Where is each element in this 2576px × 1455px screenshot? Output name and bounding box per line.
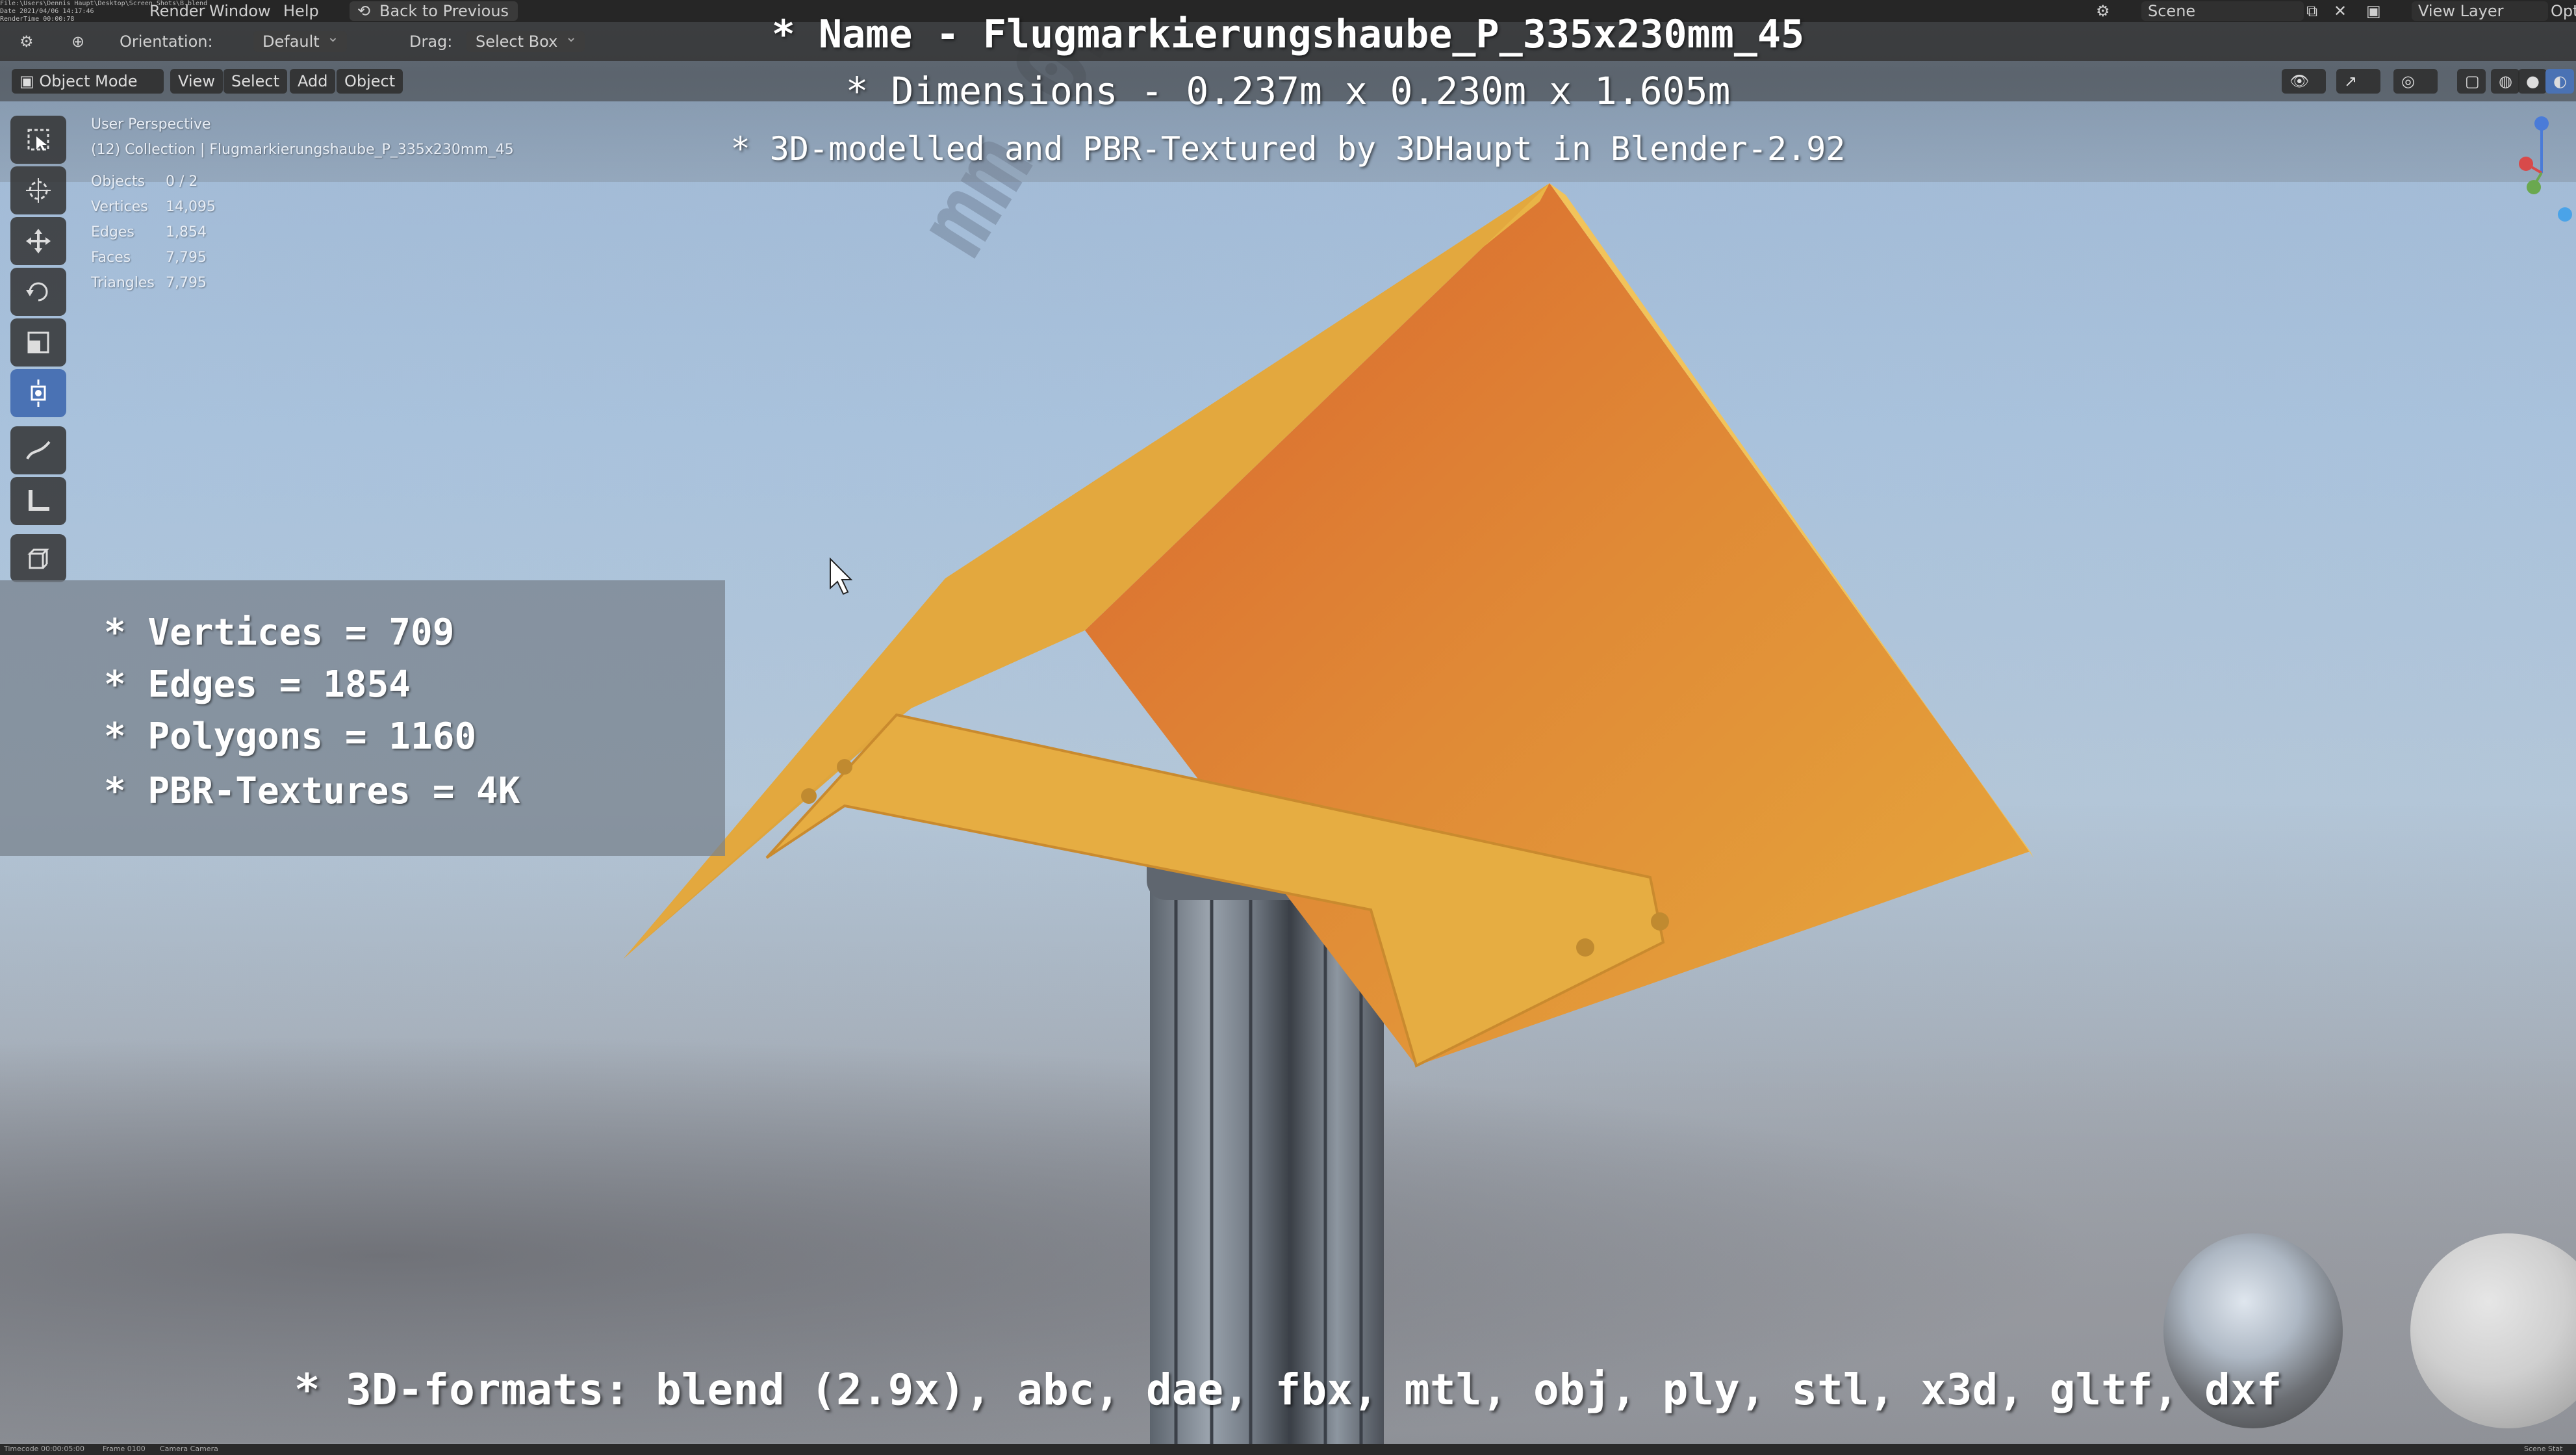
stat-label: Vertices — [91, 199, 148, 215]
stat-row: Vertices 14,095 — [91, 194, 514, 220]
bolt — [1651, 912, 1669, 931]
x-axis-icon[interactable] — [2519, 157, 2533, 171]
z-axis-icon[interactable] — [2534, 116, 2549, 131]
stat-value: 7,795 — [166, 275, 207, 291]
collection-label: (12) Collection | Flugmarkierungshaube_P… — [91, 142, 514, 158]
neg-z-axis-icon[interactable] — [2558, 207, 2572, 222]
bolt — [1576, 938, 1594, 957]
stat-value: 7,795 — [166, 250, 207, 266]
spec-vertices: * Vertices = 709 — [104, 612, 455, 654]
left-toolbar — [10, 116, 66, 584]
navigation-gizmo[interactable] — [2495, 110, 2573, 227]
stat-value: 0 / 2 — [166, 174, 198, 190]
model-name-title: * Name - Flugmarkierungshaube_P_335x230m… — [771, 12, 1805, 57]
mouse-cursor-icon — [830, 557, 853, 595]
status-bar: Timecode 00:00:05:00 Frame 0100 Camera C… — [0, 1444, 2576, 1455]
stat-label: Edges — [91, 224, 134, 240]
status-camera: Camera Camera — [160, 1445, 218, 1453]
perspective-label: User Perspective — [91, 116, 211, 133]
viewport-overlay-stats: User Perspective (12) Collection | Flugm… — [91, 114, 514, 296]
scale-icon[interactable] — [10, 318, 66, 367]
y-axis-icon[interactable] — [2527, 180, 2541, 194]
spec-panel: * Vertices = 709 * Edges = 1854 * Polygo… — [0, 580, 725, 856]
stat-row: Objects 0 / 2 — [91, 169, 514, 194]
spec-edges: * Edges = 1854 — [104, 663, 411, 706]
status-timecode: Timecode 00:00:05:00 — [4, 1445, 85, 1453]
spec-textures: * PBR-Textures = 4K — [104, 770, 520, 812]
add-cube-icon[interactable] — [10, 534, 66, 582]
rotate-icon[interactable] — [10, 268, 66, 316]
formats-caption: * 3D-formats: blend (2.9x), abc, dae, fb… — [294, 1365, 2282, 1415]
bolt — [801, 788, 817, 804]
stat-row: Faces 7,795 — [91, 245, 514, 270]
move-icon[interactable] — [10, 217, 66, 265]
stat-label: Objects — [91, 174, 146, 190]
stat-row: Edges 1,854 — [91, 220, 514, 245]
bolt — [837, 759, 852, 775]
select-box-icon[interactable] — [10, 116, 66, 164]
stat-row: Triangles 7,795 — [91, 270, 514, 296]
stat-value: 1,854 — [166, 224, 207, 240]
stat-label: Triangles — [91, 275, 155, 291]
model-dimensions-title: * Dimensions - 0.237m x 0.230m x 1.605m — [845, 69, 1731, 113]
measure-icon[interactable] — [10, 477, 66, 525]
stat-label: Faces — [91, 250, 131, 266]
status-scene-stats: Scene Stat — [2524, 1445, 2563, 1453]
spec-polygons: * Polygons = 1160 — [104, 715, 477, 758]
stat-value: 14,095 — [166, 199, 216, 215]
status-frame: Frame 0100 — [103, 1445, 146, 1453]
cursor-icon[interactable] — [10, 166, 66, 214]
annotate-icon[interactable] — [10, 426, 66, 474]
transform-icon[interactable] — [10, 369, 66, 417]
